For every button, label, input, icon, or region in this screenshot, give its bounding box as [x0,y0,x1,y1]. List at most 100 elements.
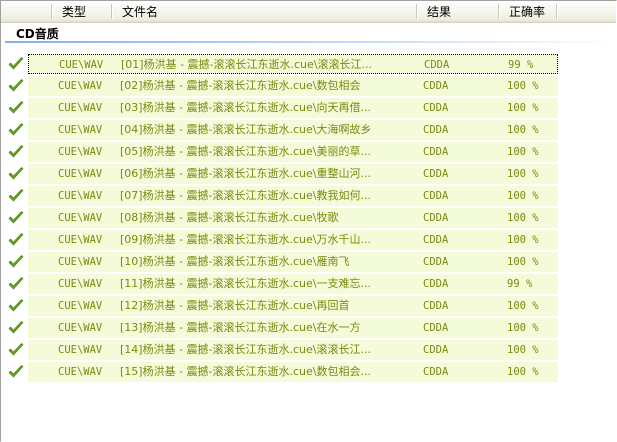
row-cells[interactable]: CUE\WAV [11]杨洪基 - 震撼-滚滚长江东逝水.cue\一支难忘... C… [28,274,558,294]
cell-type: CUE\WAV [58,168,103,180]
cell-result: CDDA [423,80,449,92]
row-cells[interactable]: CUE\WAV [03]杨洪基 - 震撼-滚滚长江东逝水.cue\向天再借... C… [28,98,558,118]
row-cells[interactable]: CUE\WAV [07]杨洪基 - 震撼-滚滚长江东逝水.cue\教我如何... C… [28,186,558,206]
cell-type: CUE\WAV [58,278,103,290]
cell-accuracy: 100 % [507,80,539,92]
header-result[interactable]: 结果 [418,1,500,22]
checkmark-icon [7,165,25,183]
cell-accuracy: 100 % [507,102,539,114]
cell-accuracy: 100 % [507,322,539,334]
checkmark-icon [7,55,25,73]
row-cells[interactable]: CUE\WAV [05]杨洪基 - 震撼-滚滚长江东逝水.cue\美丽的草... C… [28,142,558,162]
cell-accuracy: 100 % [507,300,539,312]
row-cells[interactable]: CUE\WAV [15]杨洪基 - 震撼-滚滚长江东逝水.cue\数包相会... C… [28,362,558,382]
cell-type: CUE\WAV [58,322,103,334]
cell-filename: [08]杨洪基 - 震撼-滚滚长江东逝水.cue\牧歌 [120,211,339,224]
cell-accuracy: 100 % [507,146,539,158]
list-row[interactable]: CUE\WAV [12]杨洪基 - 震撼-滚滚长江东逝水.cue\再回首 CDDA 1… [1,295,616,317]
cell-accuracy: 100 % [507,234,539,246]
cell-type: CUE\WAV [58,234,103,246]
cell-filename: [10]杨洪基 - 震撼-滚滚长江东逝水.cue\雁南飞 [120,255,350,268]
list-row[interactable]: CUE\WAV [02]杨洪基 - 震撼-滚滚长江东逝水.cue\数包相会 CDDA… [1,75,616,97]
checkmark-icon [7,77,25,95]
cell-type: CUE\WAV [58,80,103,92]
list-row[interactable]: CUE\WAV [15]杨洪基 - 震撼-滚滚长江东逝水.cue\数包相会... C… [1,361,616,383]
cell-result: CDDA [423,322,449,334]
cell-accuracy: 100 % [507,212,539,224]
cell-type: CUE\WAV [58,124,103,136]
cell-type: CUE\WAV [58,300,103,312]
cell-accuracy: 100 % [507,256,539,268]
header-accuracy[interactable]: 正确率 [500,1,558,22]
row-cells[interactable]: CUE\WAV [01]杨洪基 - 震撼-滚滚长江东逝水.cue\滚滚长江... C… [28,54,558,74]
cell-result: CDDA [423,102,449,114]
list-row[interactable]: CUE\WAV [11]杨洪基 - 震撼-滚滚长江东逝水.cue\一支难忘... C… [1,273,616,295]
cell-result: CDDA [423,278,449,290]
cell-type: CUE\WAV [58,190,103,202]
cell-result: CDDA [423,256,449,268]
checkmark-icon [7,187,25,205]
cell-accuracy: 100 % [507,190,539,202]
list-row[interactable]: CUE\WAV [10]杨洪基 - 震撼-滚滚长江东逝水.cue\雁南飞 CDDA 1… [1,251,616,273]
checkmark-icon [7,121,25,139]
group-header[interactable]: CD音质 [1,23,616,43]
group-divider [5,41,616,43]
cell-filename: [01]杨洪基 - 震撼-滚滚长江东逝水.cue\滚滚长江... [121,58,372,71]
checkmark-icon [7,143,25,161]
cell-result: CDDA [423,146,449,158]
cell-filename: [11]杨洪基 - 震撼-滚滚长江东逝水.cue\一支难忘... [120,277,371,290]
list-row[interactable]: CUE\WAV [04]杨洪基 - 震撼-滚滚长江东逝水.cue\大海啊故乡 CDD… [1,119,616,141]
cell-accuracy: 99 % [508,59,534,71]
list-row[interactable]: CUE\WAV [06]杨洪基 - 震撼-滚滚长江东逝水.cue\重整山河... C… [1,163,616,185]
cell-accuracy: 100 % [507,168,539,180]
cell-accuracy: 100 % [507,344,539,356]
cell-result: CDDA [424,59,450,71]
results-list-view[interactable]: 类型 文件名 结果 正确率 CD音质 CUE\WAV [01]杨洪基 - 震撼-滚… [0,0,617,442]
row-cells[interactable]: CUE\WAV [10]杨洪基 - 震撼-滚滚长江东逝水.cue\雁南飞 CDDA 1… [28,252,558,272]
cell-filename: [05]杨洪基 - 震撼-滚滚长江东逝水.cue\美丽的草... [120,145,371,158]
list-row[interactable]: CUE\WAV [03]杨洪基 - 震撼-滚滚长江东逝水.cue\向天再借... C… [1,97,616,119]
checkmark-icon [7,99,25,117]
row-cells[interactable]: CUE\WAV [06]杨洪基 - 震撼-滚滚长江东逝水.cue\重整山河... C… [28,164,558,184]
cell-result: CDDA [423,212,449,224]
list-row[interactable]: CUE\WAV [01]杨洪基 - 震撼-滚滚长江东逝水.cue\滚滚长江... C… [1,53,616,75]
cell-result: CDDA [423,366,449,378]
cell-filename: [03]杨洪基 - 震撼-滚滚长江东逝水.cue\向天再借... [120,101,371,114]
row-cells[interactable]: CUE\WAV [02]杨洪基 - 震撼-滚滚长江东逝水.cue\数包相会 CDDA… [28,76,558,96]
list-row[interactable]: CUE\WAV [05]杨洪基 - 震撼-滚滚长江东逝水.cue\美丽的草... C… [1,141,616,163]
cell-filename: [04]杨洪基 - 震撼-滚滚长江东逝水.cue\大海啊故乡 [120,123,372,136]
cell-type: CUE\WAV [58,366,103,378]
list-row[interactable]: CUE\WAV [07]杨洪基 - 震撼-滚滚长江东逝水.cue\教我如何... C… [1,185,616,207]
cell-type: CUE\WAV [58,212,103,224]
cell-accuracy: 100 % [507,366,539,378]
row-cells[interactable]: CUE\WAV [14]杨洪基 - 震撼-滚滚长江东逝水.cue\滚滚长江... C… [28,340,558,360]
list-row[interactable]: CUE\WAV [14]杨洪基 - 震撼-滚滚长江东逝水.cue\滚滚长江... C… [1,339,616,361]
checkmark-icon [7,253,25,271]
row-cells[interactable]: CUE\WAV [08]杨洪基 - 震撼-滚滚长江东逝水.cue\牧歌 CDDA 10… [28,208,558,228]
header-filler [558,1,616,22]
cell-type: CUE\WAV [58,344,103,356]
list-row[interactable]: CUE\WAV [08]杨洪基 - 震撼-滚滚长江东逝水.cue\牧歌 CDDA 10… [1,207,616,229]
list-row[interactable]: CUE\WAV [13]杨洪基 - 震撼-滚滚长江东逝水.cue\在水一方 CDDA… [1,317,616,339]
cell-result: CDDA [423,234,449,246]
row-cells[interactable]: CUE\WAV [13]杨洪基 - 震撼-滚滚长江东逝水.cue\在水一方 CDDA… [28,318,558,338]
cell-result: CDDA [423,168,449,180]
header-icon-column[interactable] [1,1,53,22]
cell-filename: [02]杨洪基 - 震撼-滚滚长江东逝水.cue\数包相会 [120,79,361,92]
list-row[interactable]: CUE\WAV [09]杨洪基 - 震撼-滚滚长江东逝水.cue\万水千山... C… [1,229,616,251]
checkmark-icon [7,209,25,227]
column-header: 类型 文件名 结果 正确率 [1,1,616,23]
row-cells[interactable]: CUE\WAV [09]杨洪基 - 震撼-滚滚长江东逝水.cue\万水千山... C… [28,230,558,250]
checkmark-icon [7,275,25,293]
cell-filename: [09]杨洪基 - 震撼-滚滚长江东逝水.cue\万水千山... [120,233,371,246]
header-filename[interactable]: 文件名 [113,1,418,22]
row-cells[interactable]: CUE\WAV [12]杨洪基 - 震撼-滚滚长江东逝水.cue\再回首 CDDA 1… [28,296,558,316]
cell-type: CUE\WAV [59,59,104,71]
group-title: CD音质 [16,27,59,41]
cell-filename: [12]杨洪基 - 震撼-滚滚长江东逝水.cue\再回首 [120,299,350,312]
row-cells[interactable]: CUE\WAV [04]杨洪基 - 震撼-滚滚长江东逝水.cue\大海啊故乡 CDD… [28,120,558,140]
checkmark-icon [7,363,25,381]
cell-result: CDDA [423,124,449,136]
header-type[interactable]: 类型 [53,1,113,22]
cell-type: CUE\WAV [58,256,103,268]
